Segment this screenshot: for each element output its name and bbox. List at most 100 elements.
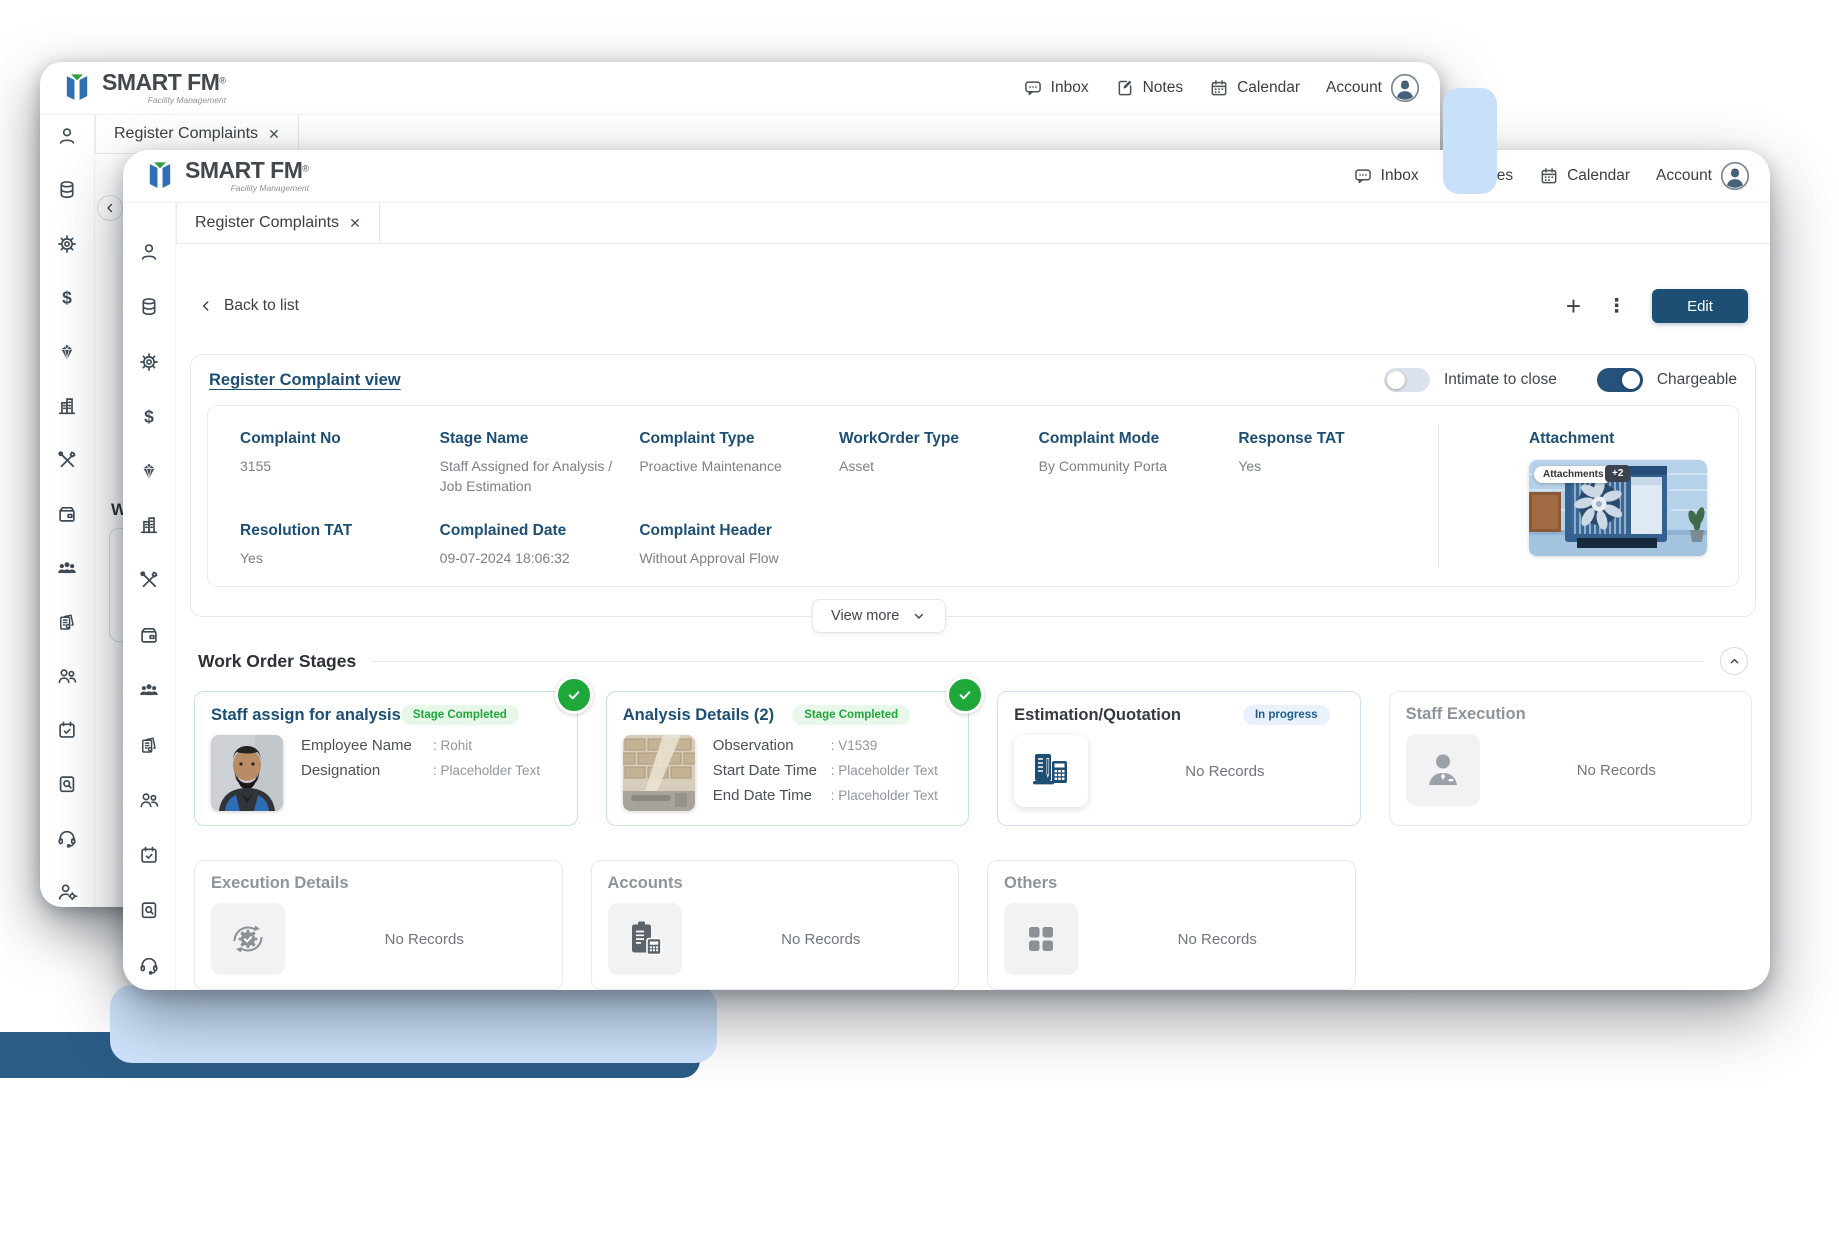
stage-card-staff-assign[interactable]: Staff assign for analysis Stage Complete… [194,691,578,826]
database-icon [56,179,78,201]
stage-card-analysis-details[interactable]: Analysis Details (2) Stage Completed Obs… [606,691,969,826]
sidebar-item-premium[interactable] [55,341,79,363]
stage-card-title: Staff Execution [1406,705,1526,724]
nav-inbox[interactable]: Inbox [1023,78,1089,98]
nav-calendar[interactable]: Calendar [1209,78,1300,98]
sidebar-item-maintenance[interactable] [55,449,79,471]
nav-account[interactable]: Account [1326,73,1420,103]
account-avatar [1720,161,1750,191]
intimate-to-close-toggle[interactable] [1384,368,1430,392]
stage-card-execution-details[interactable]: Execution Details No Records [194,860,563,990]
nav-notes[interactable]: Notes [1115,78,1184,98]
sidebar-item-finance[interactable] [55,287,79,309]
sidebar-item-support[interactable] [55,827,79,849]
brand-name: SMART FM [185,157,302,183]
attachments-badge: Attachments [1534,466,1613,483]
sidebar-item-teams[interactable] [137,679,161,701]
sidebar-collapse-button[interactable] [97,195,123,221]
registered-mark: ® [219,76,226,86]
chargeable-toggle[interactable] [1597,368,1643,392]
tab-close-icon[interactable]: ✕ [268,126,280,143]
stage-card-staff-execution[interactable]: Staff Execution No Records [1389,691,1752,826]
nav-account[interactable]: Account [1656,161,1750,191]
stage-card-accounts[interactable]: Accounts No Records [591,860,960,990]
app-header: SMART FM® Facility Management Inbox Note… [123,150,1770,203]
sidebar-item-property[interactable] [55,395,79,417]
sidebar-item-profile[interactable] [137,241,161,263]
sidebar-item-billing[interactable] [137,734,161,756]
field-complaint-no: Complaint No3155 [240,430,440,496]
tab-register-complaints[interactable]: Register Complaints ✕ [95,115,299,153]
app-logo: SMART FM® Facility Management [143,159,309,193]
sidebar-item-audit[interactable] [55,773,79,795]
inbox-icon [1353,166,1373,186]
stage-card-estimation[interactable]: Estimation/Quotation In progress No Reco… [997,691,1360,826]
field-workorder-type: WorkOrder TypeAsset [839,430,1039,496]
calendar-icon [1209,78,1229,98]
sidebar-item-finance[interactable] [137,406,161,428]
calendar-check-icon [138,844,160,866]
sidebar-item-maintenance[interactable] [137,569,161,591]
no-records-text: No Records [1096,931,1339,948]
sidebar-item-customers[interactable] [55,665,79,687]
detail-row: End Date Time: Placeholder Text [713,787,938,804]
sidebar-item-settings[interactable] [55,233,79,255]
stages-collapse-button[interactable] [1720,647,1748,675]
sidebar-item-profile[interactable] [55,125,79,147]
stage-completed-check-icon [555,676,593,714]
attachment-thumbnail[interactable]: Attachments +2 [1529,460,1707,556]
nav-inbox[interactable]: Inbox [1353,166,1419,186]
add-button[interactable]: + [1566,293,1581,319]
detail-row: Employee Name: Rohit [301,737,540,754]
detail-row: Observation: V1539 [713,737,938,754]
dollar-icon [56,287,78,309]
sidebar-item-account-settings[interactable] [55,881,79,903]
back-to-list-link[interactable]: Back to list [198,297,299,315]
more-options-button[interactable]: ⋮ [1607,297,1626,316]
detail-row: Start Date Time: Placeholder Text [713,762,938,779]
calendar-icon [1539,166,1559,186]
main-window: SMART FM® Facility Management Inbox Note… [123,150,1770,990]
account-avatar [1390,73,1420,103]
sidebar-item-master-data[interactable] [137,296,161,318]
stage-cards-row-2: Execution Details No Records Accounts [190,860,1756,990]
sidebar-item-audit[interactable] [137,899,161,921]
toolbar: Back to list + ⋮ Edit [190,284,1756,328]
stage-card-others[interactable]: Others No Records [987,860,1356,990]
sidebar-item-customers[interactable] [137,789,161,811]
edit-button[interactable]: Edit [1652,289,1748,323]
dollar-icon [138,406,160,428]
gear-icon [56,233,78,255]
sidebar [123,203,175,990]
sidebar-item-settings[interactable] [137,351,161,373]
tab-register-complaints[interactable]: Register Complaints ✕ [176,203,380,243]
sidebar-item-teams[interactable] [55,557,79,579]
sidebar-item-wallet[interactable] [55,503,79,525]
no-records-text: No Records [700,931,943,948]
complaint-view-panel: Register Complaint view Intimate to clos… [190,354,1756,617]
people-icon [56,665,78,687]
sidebar-item-premium[interactable] [137,461,161,481]
sidebar-item-support[interactable] [137,954,161,976]
decorative-blue-tab [1443,88,1497,194]
notes-icon [1115,78,1135,98]
registered-mark: ® [302,164,309,174]
sidebar-item-schedule[interactable] [137,844,161,866]
diamond-icon [139,461,159,481]
tab-close-icon[interactable]: ✕ [349,215,361,232]
sidebar-item-property[interactable] [137,514,161,536]
view-more-button[interactable]: View more [812,599,946,633]
stage-card-title: Analysis Details (2) [623,706,774,725]
wallet-icon [56,503,78,525]
sidebar-item-schedule[interactable] [55,719,79,741]
sidebar-item-wallet[interactable] [137,624,161,646]
app-logo: SMART FM® Facility Management [60,71,226,105]
chevron-up-icon [1727,654,1742,669]
nav-calendar[interactable]: Calendar [1539,166,1630,186]
panel-title[interactable]: Register Complaint view [209,371,401,390]
main-content: Back to list + ⋮ Edit Register Complaint… [176,244,1770,990]
sidebar-item-billing[interactable] [55,611,79,633]
sidebar-item-master-data[interactable] [55,179,79,201]
stage-card-title: Others [1004,874,1057,893]
status-badge: In progress [1243,705,1330,725]
